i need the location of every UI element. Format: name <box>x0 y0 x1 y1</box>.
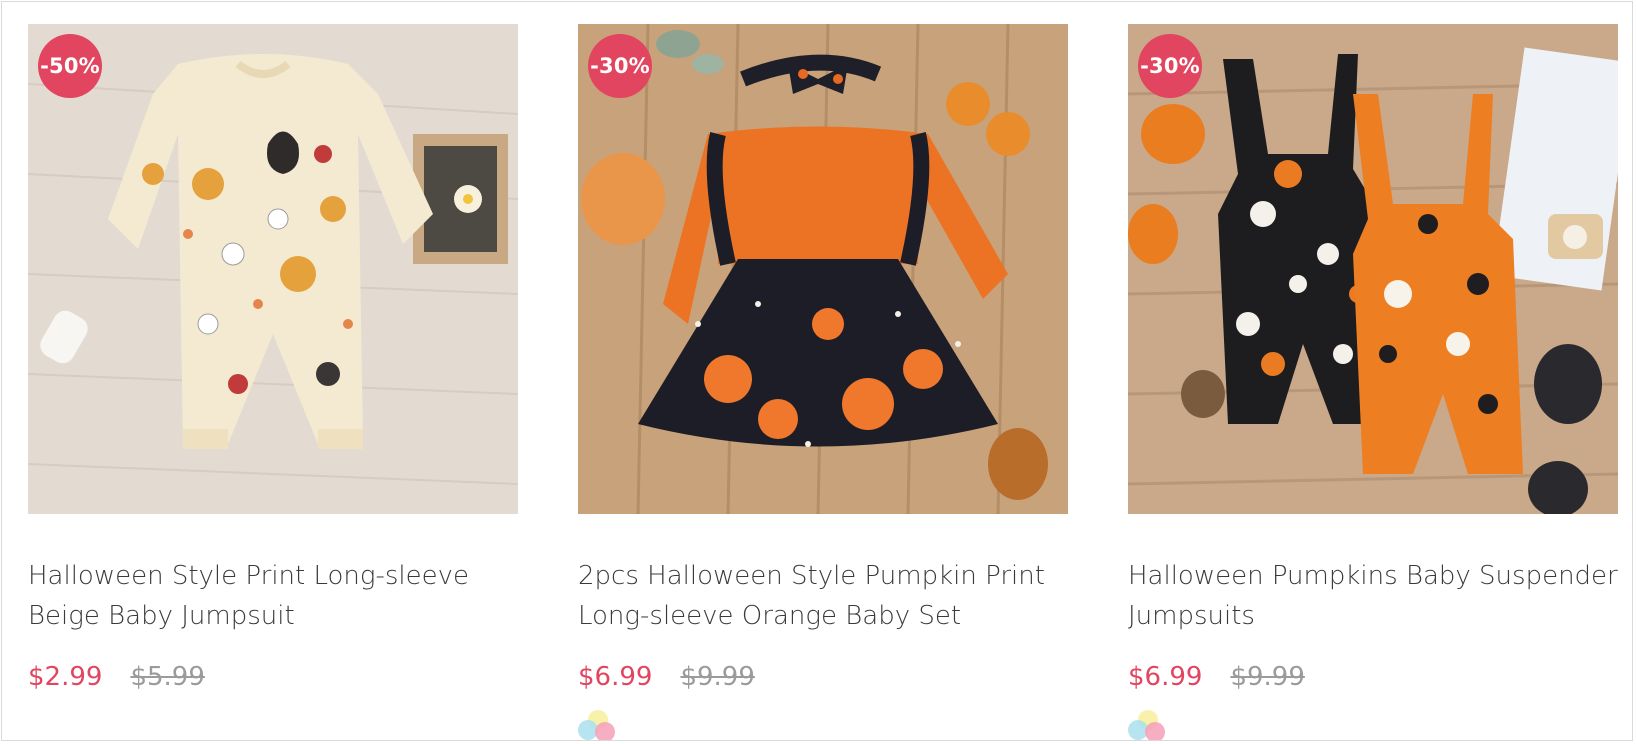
product-card[interactable]: -50% Halloween Style Print Long-sleeve B… <box>28 24 518 740</box>
product-title[interactable]: Halloween Style Print Long-sleeve Beige … <box>28 556 518 636</box>
discount-badge: -30% <box>588 34 652 98</box>
swatch-dot <box>595 722 615 740</box>
price-row: $6.99 $9.99 <box>578 662 1068 692</box>
original-price: $9.99 <box>1230 662 1305 692</box>
product-card[interactable]: -30% 2pcs Halloween Style Pumpkin Print … <box>578 24 1068 740</box>
original-price: $5.99 <box>130 662 205 692</box>
product-title-line: 2pcs Halloween Style Pumpkin Print <box>578 561 1045 591</box>
sale-price: $6.99 <box>578 662 653 692</box>
product-title[interactable]: 2pcs Halloween Style Pumpkin Print Long-… <box>578 556 1068 636</box>
product-card[interactable]: -30% Halloween Pumpkins Baby Suspender J… <box>1128 24 1618 740</box>
original-price: $9.99 <box>680 662 755 692</box>
beige-jumpsuit-photo <box>28 24 518 514</box>
product-grid: -50% Halloween Style Print Long-sleeve B… <box>28 24 1618 740</box>
suspender-jumpsuits-photo <box>1128 24 1618 514</box>
color-swatch-icon[interactable] <box>1128 710 1168 740</box>
color-swatch-icon[interactable] <box>578 710 618 740</box>
discount-badge: -50% <box>38 34 102 98</box>
swatch-dot <box>1145 722 1165 740</box>
sale-price: $2.99 <box>28 662 103 692</box>
product-grid-frame: -50% Halloween Style Print Long-sleeve B… <box>1 1 1633 741</box>
discount-badge: -30% <box>1138 34 1202 98</box>
sale-price: $6.99 <box>1128 662 1203 692</box>
product-title-line: Jumpsuits <box>1128 601 1255 631</box>
price-row: $6.99 $9.99 <box>1128 662 1618 692</box>
product-title[interactable]: Halloween Pumpkins Baby Suspender Jumpsu… <box>1128 556 1618 636</box>
product-title-line: Long-sleeve Orange Baby Set <box>578 601 962 631</box>
product-title-line: Halloween Style Print Long-sleeve <box>28 561 470 591</box>
orange-baby-set-photo <box>578 24 1068 514</box>
product-title-line: Halloween Pumpkins Baby Suspender <box>1128 561 1618 591</box>
product-image[interactable]: -30% <box>578 24 1068 514</box>
product-image[interactable]: -50% <box>28 24 518 514</box>
product-image[interactable]: -30% <box>1128 24 1618 514</box>
price-row: $2.99 $5.99 <box>28 662 518 692</box>
product-title-line: Beige Baby Jumpsuit <box>28 601 295 631</box>
